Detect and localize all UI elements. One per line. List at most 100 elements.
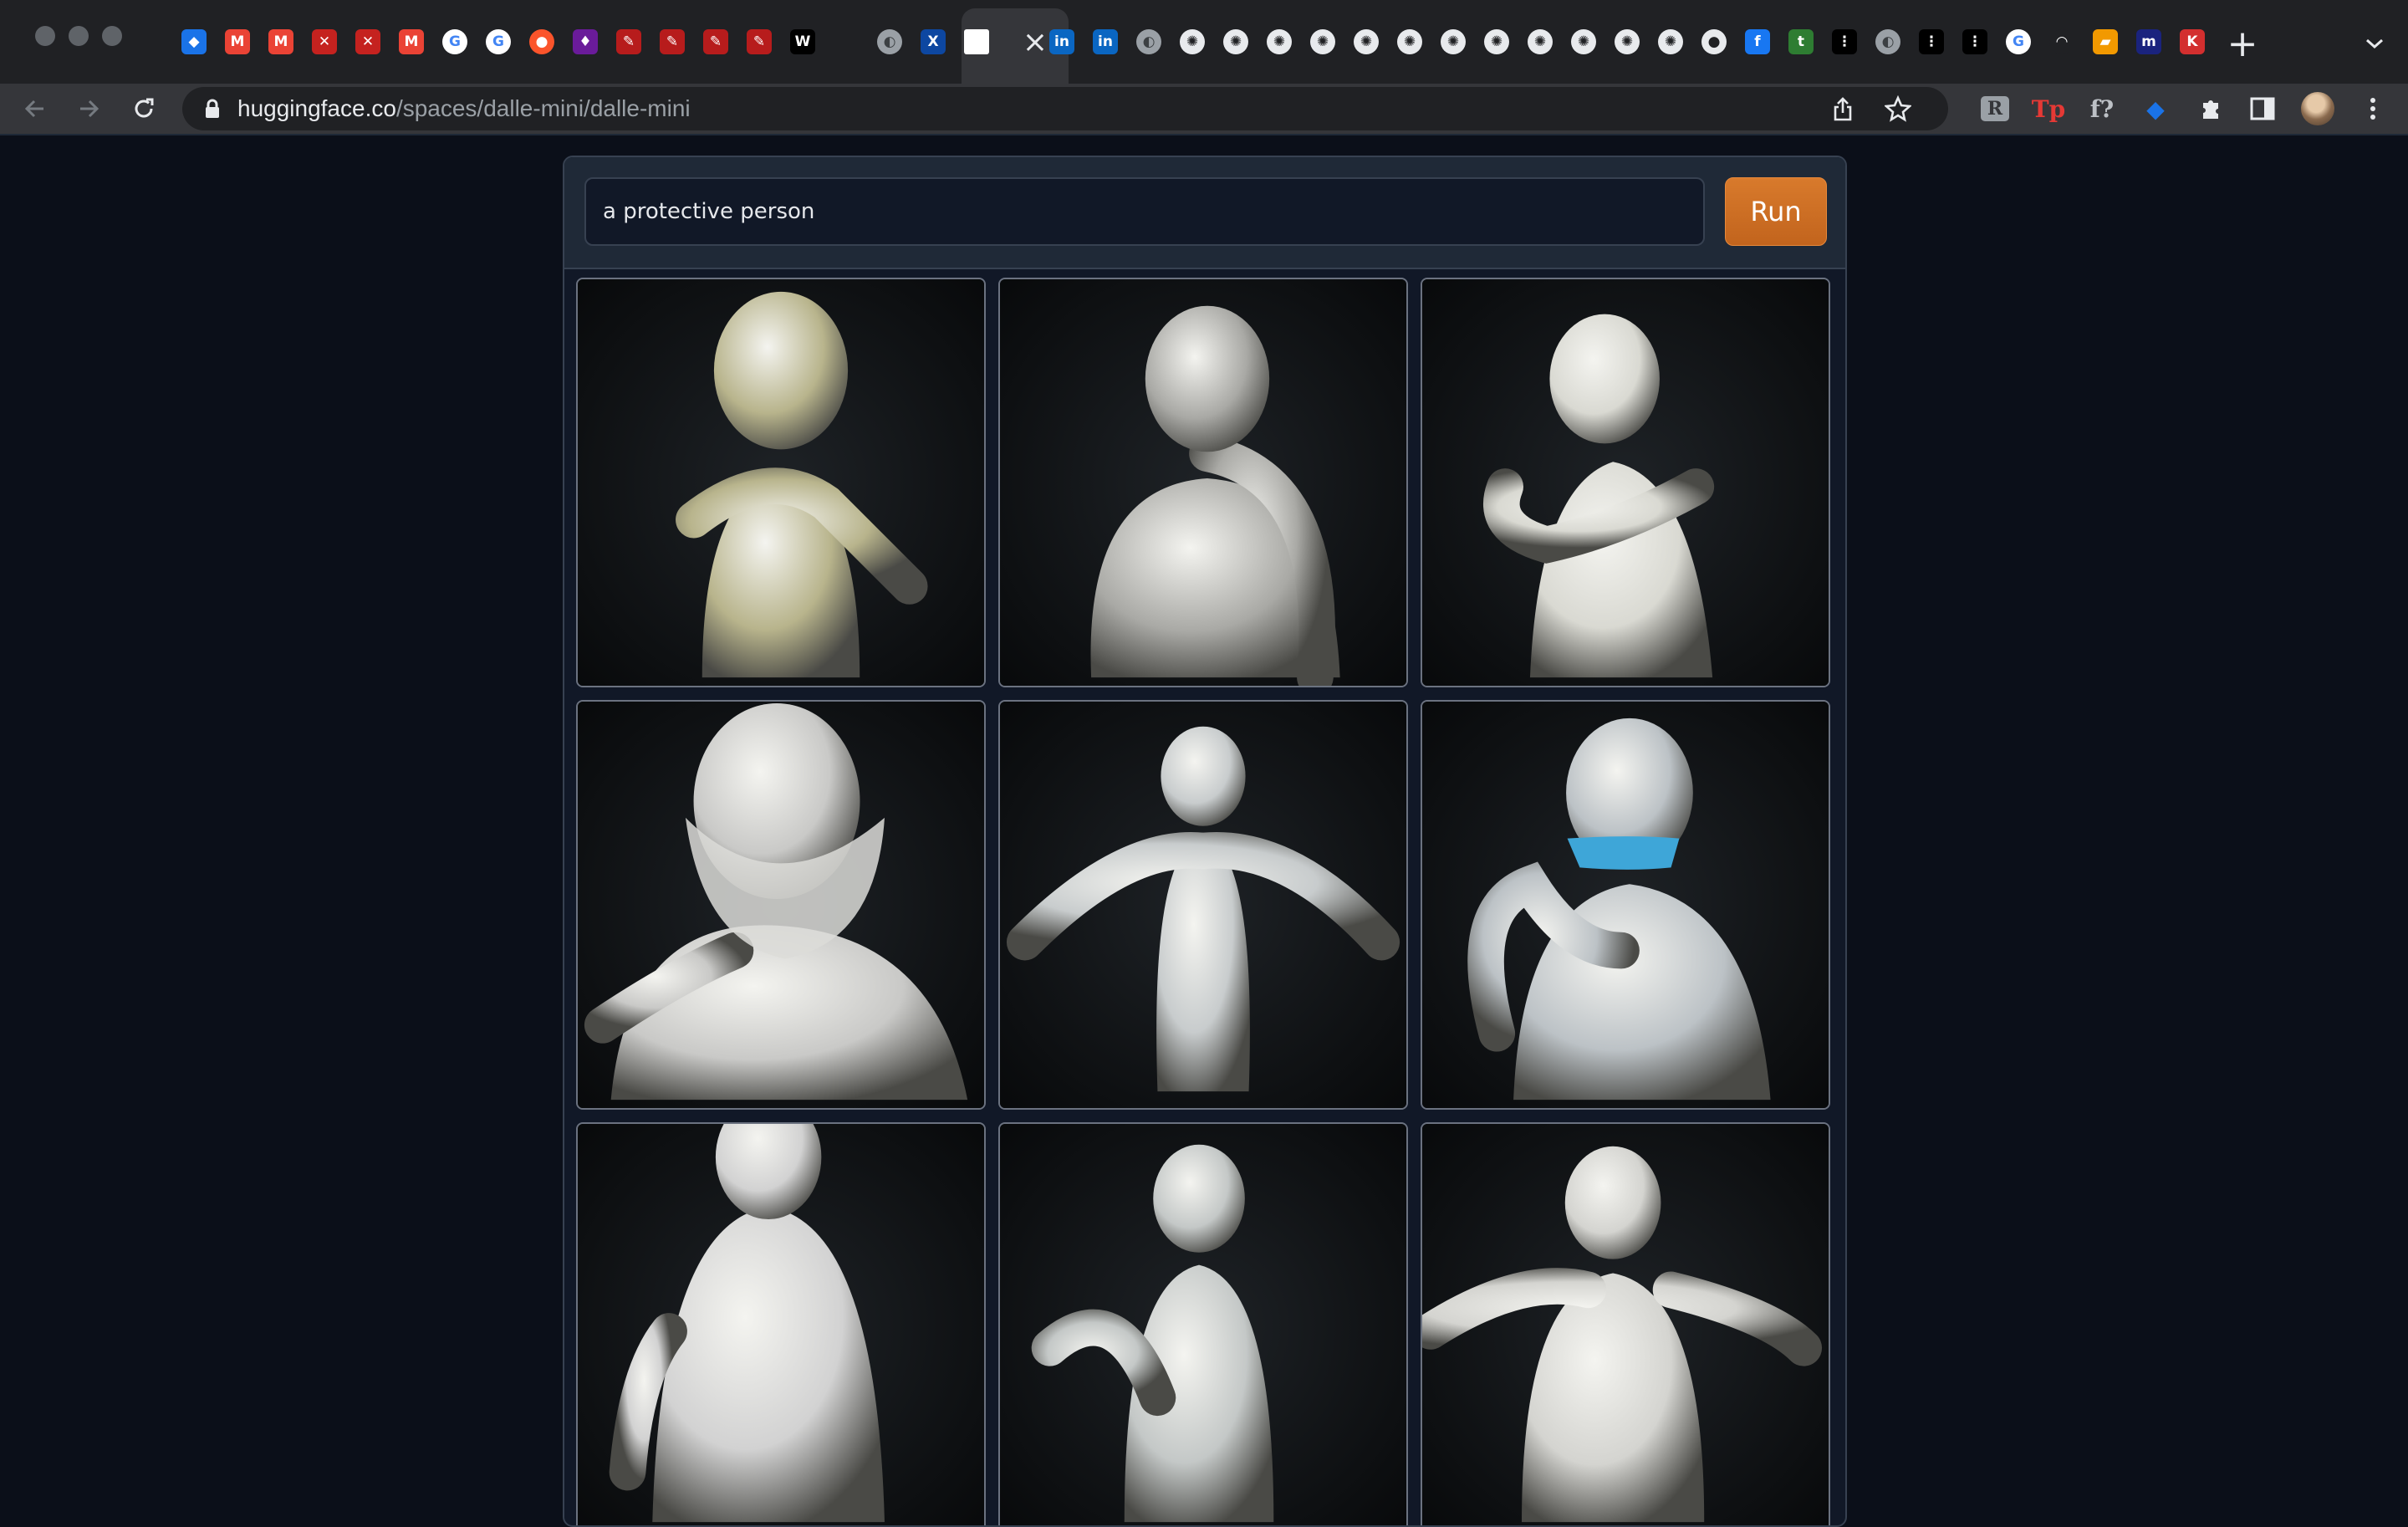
generated-image[interactable]: [1421, 278, 1830, 687]
extension-r-icon[interactable]: R: [1977, 90, 2013, 127]
wix-icon: W: [790, 29, 815, 54]
address-bar[interactable]: huggingface.co/spaces/dalle-mini/dalle-m…: [182, 87, 1948, 130]
browser-tab[interactable]: K: [2171, 20, 2214, 64]
browser-tab[interactable]: ✺: [1388, 20, 1431, 64]
gear-icon: ✺: [1180, 29, 1205, 54]
browser-tab[interactable]: M: [259, 20, 303, 64]
browser-tab[interactable]: ◐: [1866, 20, 1910, 64]
generated-image[interactable]: [998, 700, 1408, 1110]
generated-image[interactable]: [1421, 1122, 1830, 1525]
generated-image[interactable]: [998, 1122, 1408, 1525]
share-icon[interactable]: [1821, 87, 1865, 130]
browser-toolbar: huggingface.co/spaces/dalle-mini/dalle-m…: [0, 84, 2408, 134]
browser-tab[interactable]: ♦: [564, 20, 607, 64]
gear-icon: ✺: [1354, 29, 1379, 54]
browser-tab[interactable]: ✺: [1258, 20, 1301, 64]
browser-tab[interactable]: ✎: [607, 20, 650, 64]
browser-tab[interactable]: ✺: [1562, 20, 1605, 64]
browser-tab[interactable]: ✺: [1518, 20, 1562, 64]
browser-menu-icon[interactable]: [2354, 90, 2391, 127]
browser-tab[interactable]: ◐: [868, 20, 911, 64]
figure-illustration: [1000, 279, 1406, 686]
browser-tab[interactable]: ✺: [1649, 20, 1692, 64]
maximize-window-button[interactable]: [102, 26, 122, 46]
tab-search-chevron-icon[interactable]: [2351, 20, 2398, 67]
figure-illustration: [578, 1124, 984, 1525]
gmail-icon: M: [225, 29, 250, 54]
extension-tp-icon[interactable]: Tp: [2030, 90, 2067, 127]
xra-icon: X: [921, 29, 946, 54]
browser-tab[interactable]: ✕: [303, 20, 346, 64]
profile-avatar[interactable]: [2299, 90, 2336, 127]
generated-image[interactable]: [576, 1122, 986, 1525]
browser-tab[interactable]: ◆: [172, 20, 216, 64]
browser-tab[interactable]: in: [1084, 20, 1127, 64]
generated-image[interactable]: [998, 278, 1408, 687]
google-icon: G: [442, 29, 467, 54]
page-divider: [0, 134, 2408, 135]
browser-tab[interactable]: ✎: [694, 20, 737, 64]
browser-tab[interactable]: ✎: [737, 20, 781, 64]
pin-icon: ✎: [616, 29, 641, 54]
browser-tab[interactable]: ⋮: [1823, 20, 1866, 64]
run-button[interactable]: Run: [1725, 177, 1827, 246]
browser-tab[interactable]: ⋮: [1953, 20, 1997, 64]
generated-image[interactable]: [576, 700, 986, 1110]
forward-arrow-icon[interactable]: [65, 85, 112, 132]
browser-tab[interactable]: ⋮: [1910, 20, 1953, 64]
browser-tab[interactable]: ✕: [346, 20, 390, 64]
bookmark-star-icon[interactable]: [1876, 87, 1920, 130]
browser-tab[interactable]: ✎: [650, 20, 694, 64]
browser-tab[interactable]: ✺: [1431, 20, 1475, 64]
new-tab-button[interactable]: +: [2219, 20, 2266, 67]
browser-tab[interactable]: G: [433, 20, 477, 64]
pin-icon: ✎: [747, 29, 772, 54]
extensions-puzzle-icon[interactable]: [2192, 90, 2229, 127]
close-window-button[interactable]: [35, 26, 55, 46]
app-icon: t: [1788, 29, 1814, 54]
lock-icon[interactable]: [201, 97, 224, 120]
browser-tab[interactable]: f: [1736, 20, 1779, 64]
browser-tab[interactable]: G: [477, 20, 520, 64]
extension-f-icon[interactable]: f?: [2084, 90, 2120, 127]
browser-tab[interactable]: ✺: [1214, 20, 1258, 64]
browser-tab[interactable]: M: [216, 20, 259, 64]
browser-tab[interactable]: ✺: [1475, 20, 1518, 64]
browser-tab[interactable]: ✺: [1605, 20, 1649, 64]
generated-image[interactable]: [1421, 700, 1830, 1110]
browser-tab[interactable]: ✺: [1344, 20, 1388, 64]
back-arrow-icon[interactable]: [12, 85, 59, 132]
browser-tab[interactable]: [955, 20, 998, 64]
side-panel-icon[interactable]: [2244, 90, 2281, 127]
browser-tab[interactable]: ◐: [1127, 20, 1171, 64]
browser-tab[interactable]: ◠: [2040, 20, 2084, 64]
gear-icon: ✺: [1658, 29, 1683, 54]
minimize-window-button[interactable]: [69, 26, 89, 46]
globe-icon: ◐: [1136, 29, 1161, 54]
browser-tab[interactable]: ●: [1692, 20, 1736, 64]
extension-tp-icon-glyph: Tp: [2031, 94, 2066, 123]
browser-tab[interactable]: ✺: [1301, 20, 1344, 64]
browser-tab[interactable]: t: [1779, 20, 1823, 64]
google-icon: G: [2006, 29, 2031, 54]
google-icon: G: [486, 29, 511, 54]
browser-tab[interactable]: M: [390, 20, 433, 64]
browser-tab[interactable]: W: [781, 20, 824, 64]
generated-image[interactable]: [576, 278, 986, 687]
browser-tab[interactable]: ●: [520, 20, 564, 64]
extension-gem-icon[interactable]: ◆: [2137, 90, 2174, 127]
gear-icon: ✺: [1484, 29, 1509, 54]
prompt-row: Run: [564, 157, 1845, 269]
url-text[interactable]: huggingface.co/spaces/dalle-mini/dalle-m…: [237, 97, 691, 120]
browser-tab[interactable]: G: [1997, 20, 2040, 64]
reload-icon[interactable]: [120, 85, 167, 132]
close-tab-icon[interactable]: ×: [1012, 18, 1059, 65]
browser-tab[interactable]: ▰: [2084, 20, 2127, 64]
gear-icon: ✺: [1310, 29, 1335, 54]
browser-tab[interactable]: X: [911, 20, 955, 64]
prompt-input[interactable]: [584, 177, 1705, 246]
browser-tab[interactable]: [824, 20, 868, 64]
browser-tab[interactable]: m: [2127, 20, 2171, 64]
arc-icon: ◠: [2049, 29, 2074, 54]
browser-tab[interactable]: ✺: [1171, 20, 1214, 64]
